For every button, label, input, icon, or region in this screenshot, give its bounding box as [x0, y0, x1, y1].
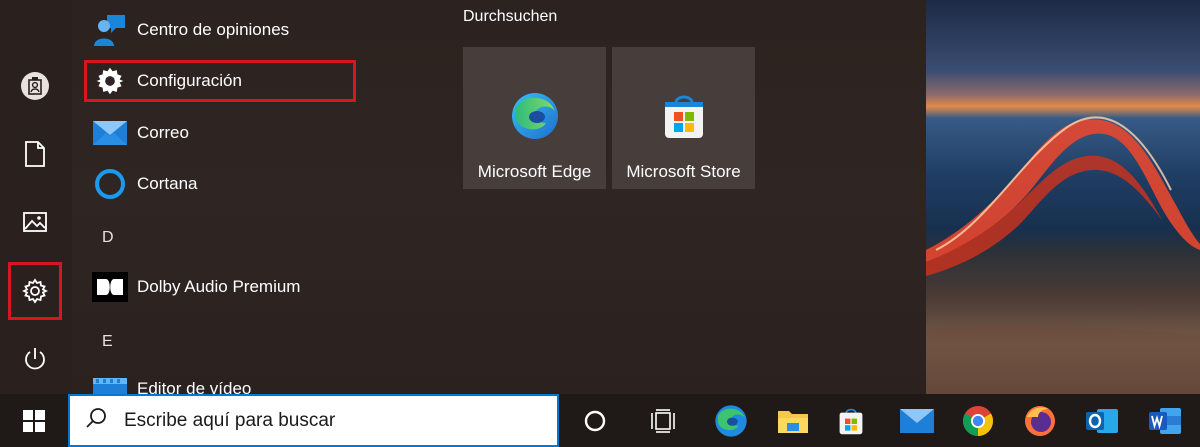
app-label: Centro de opiniones — [137, 20, 290, 39]
desktop-wallpaper — [926, 0, 1200, 394]
tile-microsoft-store[interactable]: Microsoft Store — [612, 47, 755, 189]
chrome-icon[interactable] — [950, 394, 1006, 447]
tile-group-title[interactable]: Durchsuchen — [463, 8, 557, 26]
configuracion-highlight-box — [84, 60, 356, 102]
settings-highlight-box — [8, 262, 62, 320]
taskbar — [0, 394, 1200, 447]
app-label: Dolby Audio Premium — [137, 277, 301, 296]
app-label: Cortana — [137, 174, 198, 193]
firefox-icon[interactable] — [1012, 394, 1068, 447]
search-icon — [84, 406, 108, 435]
mail-taskbar-icon[interactable] — [889, 394, 945, 447]
windows-logo-icon — [23, 409, 45, 432]
app-label: Correo — [137, 123, 189, 142]
tile-label: Microsoft Store — [626, 162, 741, 181]
store-taskbar-icon[interactable] — [823, 394, 879, 447]
word-icon[interactable] — [1137, 394, 1193, 447]
document-icon[interactable] — [12, 131, 58, 177]
cortana-icon — [90, 164, 130, 204]
app-item-mail[interactable]: Correo — [84, 110, 414, 156]
tile-label: Microsoft Edge — [477, 162, 592, 181]
store-icon — [659, 91, 709, 141]
app-list: Centro de opiniones Configuración Correo… — [84, 0, 414, 402]
start-button[interactable] — [0, 394, 68, 447]
edge-icon — [510, 91, 560, 141]
search-box[interactable] — [68, 394, 559, 447]
user-icon[interactable] — [12, 63, 58, 109]
mail-icon — [90, 113, 130, 153]
start-menu: Centro de opiniones Configuración Correo… — [0, 0, 926, 402]
power-icon[interactable] — [12, 336, 58, 382]
cortana-taskbar-icon[interactable] — [567, 394, 623, 447]
app-item-feedback-hub[interactable]: Centro de opiniones — [84, 7, 414, 53]
task-view-icon[interactable] — [635, 394, 691, 447]
tile-microsoft-edge[interactable]: Microsoft Edge — [463, 47, 606, 189]
pictures-icon[interactable] — [12, 199, 58, 245]
feedback-hub-icon — [90, 10, 130, 50]
app-item-dolby[interactable]: Dolby Audio Premium — [84, 264, 414, 310]
edge-taskbar-icon[interactable] — [703, 394, 759, 447]
start-rail — [0, 0, 72, 394]
app-item-cortana[interactable]: Cortana — [84, 161, 414, 207]
dolby-icon — [90, 267, 130, 307]
section-letter-d[interactable]: D — [102, 229, 114, 247]
file-explorer-icon[interactable] — [765, 394, 821, 447]
outlook-icon[interactable] — [1074, 394, 1130, 447]
search-input[interactable] — [122, 408, 506, 433]
section-letter-e[interactable]: E — [102, 333, 113, 351]
